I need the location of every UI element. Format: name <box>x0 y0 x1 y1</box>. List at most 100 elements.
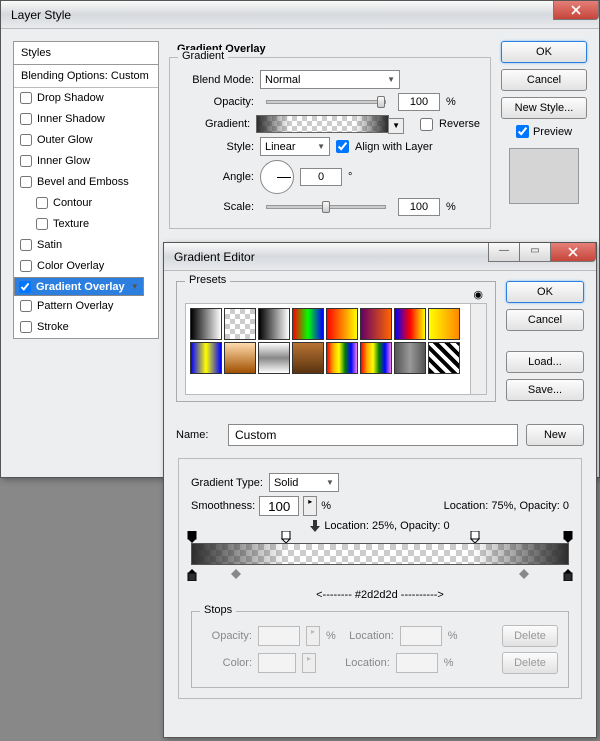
ge-load-button[interactable]: Load... <box>506 351 584 373</box>
style-item-stroke[interactable]: Stroke <box>14 317 158 338</box>
opacity-input[interactable] <box>398 93 440 111</box>
style-item-label: Inner Glow <box>37 155 90 167</box>
delete-color-stop-button: Delete <box>502 652 558 674</box>
style-checkbox[interactable] <box>19 281 31 293</box>
style-checkbox[interactable] <box>20 260 32 272</box>
layer-style-titlebar[interactable]: Layer Style <box>1 1 599 29</box>
style-item-label: Contour <box>53 197 92 209</box>
close-icon[interactable] <box>550 243 596 262</box>
color-stop[interactable] <box>187 569 197 579</box>
style-item-satin[interactable]: Satin <box>14 235 158 256</box>
angle-dial[interactable] <box>260 160 294 194</box>
style-checkbox[interactable] <box>20 134 32 146</box>
ge-cancel-button[interactable]: Cancel <box>506 309 584 331</box>
preset-swatch[interactable] <box>394 342 426 374</box>
preset-swatch[interactable] <box>360 308 392 340</box>
smoothness-dropdown-icon[interactable]: ▸ <box>303 496 317 516</box>
stop-opacity-input <box>258 626 300 646</box>
ok-button[interactable]: OK <box>501 41 587 63</box>
presets-scrollbar[interactable] <box>470 304 486 394</box>
preset-swatch[interactable] <box>190 308 222 340</box>
angle-input[interactable] <box>300 168 342 186</box>
style-checkbox[interactable] <box>20 92 32 104</box>
opacity-stop[interactable] <box>187 531 197 541</box>
style-item-label: Pattern Overlay <box>37 300 113 312</box>
style-item-label: Drop Shadow <box>37 92 104 104</box>
style-checkbox[interactable] <box>36 197 48 209</box>
preset-swatch[interactable] <box>224 308 256 340</box>
style-item-label: Satin <box>37 239 62 251</box>
align-checkbox[interactable] <box>336 140 349 153</box>
scale-input[interactable] <box>398 198 440 216</box>
opacity-stop[interactable] <box>563 531 573 541</box>
style-checkbox[interactable] <box>20 113 32 125</box>
preset-swatch[interactable] <box>224 342 256 374</box>
opacity-stop[interactable] <box>470 531 480 541</box>
presets-legend: Presets <box>185 274 230 286</box>
preview-checkbox[interactable] <box>516 125 529 138</box>
smoothness-input[interactable] <box>259 496 299 516</box>
ge-save-button[interactable]: Save... <box>506 379 584 401</box>
style-item-contour[interactable]: Contour <box>14 193 158 214</box>
presets-group: Presets ◉ <box>176 281 496 402</box>
styles-header[interactable]: Styles <box>14 42 158 65</box>
midpoint-icon[interactable] <box>519 569 529 579</box>
style-checkbox[interactable] <box>20 321 32 333</box>
style-checkbox[interactable] <box>20 300 32 312</box>
style-checkbox[interactable] <box>20 239 32 251</box>
style-select[interactable]: Linear <box>260 137 330 156</box>
style-item-bevel-and-emboss[interactable]: Bevel and Emboss <box>14 172 158 193</box>
blending-options-item[interactable]: Blending Options: Custom <box>14 65 158 88</box>
style-item-drop-shadow[interactable]: Drop Shadow <box>14 88 158 109</box>
grad-type-select[interactable]: Solid <box>269 473 339 492</box>
style-checkbox[interactable] <box>20 176 32 188</box>
smoothness-label: Smoothness: <box>191 500 255 512</box>
style-item-color-overlay[interactable]: Color Overlay <box>14 256 158 277</box>
new-style-button[interactable]: New Style... <box>501 97 587 119</box>
reverse-checkbox[interactable] <box>420 118 433 131</box>
style-checkbox[interactable] <box>20 155 32 167</box>
presets-menu-icon[interactable]: ◉ <box>185 288 487 301</box>
blend-mode-select[interactable]: Normal <box>260 70 400 89</box>
preset-swatch[interactable] <box>190 342 222 374</box>
preset-swatch[interactable] <box>258 308 290 340</box>
style-item-pattern-overlay[interactable]: Pattern Overlay <box>14 296 158 317</box>
layer-style-title: Layer Style <box>5 8 71 22</box>
name-input[interactable] <box>228 424 518 446</box>
midpoint-icon[interactable] <box>231 569 241 579</box>
preset-swatch[interactable] <box>258 342 290 374</box>
style-item-inner-glow[interactable]: Inner Glow <box>14 151 158 172</box>
ge-ok-button[interactable]: OK <box>506 281 584 303</box>
cancel-button[interactable]: Cancel <box>501 69 587 91</box>
minimize-icon[interactable]: — <box>488 243 520 262</box>
gradient-label: Gradient: <box>180 118 250 130</box>
preset-swatch[interactable] <box>394 308 426 340</box>
preset-swatch[interactable] <box>292 308 324 340</box>
pct-label-2: % <box>446 201 456 213</box>
scale-slider[interactable] <box>266 205 386 209</box>
style-item-gradient-overlay[interactable]: Gradient Overlay <box>14 277 144 296</box>
name-label: Name: <box>176 429 220 441</box>
style-item-texture[interactable]: Texture <box>14 214 158 235</box>
close-icon[interactable] <box>553 1 599 20</box>
gradient-preview[interactable] <box>256 115 389 133</box>
preset-swatch[interactable] <box>428 342 460 374</box>
style-checkbox[interactable] <box>36 218 48 230</box>
preset-swatch[interactable] <box>428 308 460 340</box>
style-item-inner-shadow[interactable]: Inner Shadow <box>14 109 158 130</box>
maximize-icon[interactable]: ▭ <box>519 243 551 262</box>
new-gradient-button[interactable]: New <box>526 424 584 446</box>
style-item-outer-glow[interactable]: Outer Glow <box>14 130 158 151</box>
preset-swatch[interactable] <box>326 342 358 374</box>
gradient-ramp[interactable] <box>191 543 569 565</box>
styles-list: Styles Blending Options: Custom Drop Sha… <box>13 41 159 339</box>
loc-opacity-left-label: Location: 25%, Opacity: 0 <box>310 520 449 532</box>
gradient-editor-titlebar[interactable]: Gradient Editor — ▭ <box>164 243 596 271</box>
preset-swatch[interactable] <box>360 342 392 374</box>
preset-swatch[interactable] <box>326 308 358 340</box>
color-stop[interactable] <box>563 569 573 579</box>
opacity-slider[interactable] <box>266 100 386 104</box>
presets-grid[interactable] <box>185 303 487 395</box>
preset-swatch[interactable] <box>292 342 324 374</box>
opacity-stop[interactable] <box>281 531 291 541</box>
